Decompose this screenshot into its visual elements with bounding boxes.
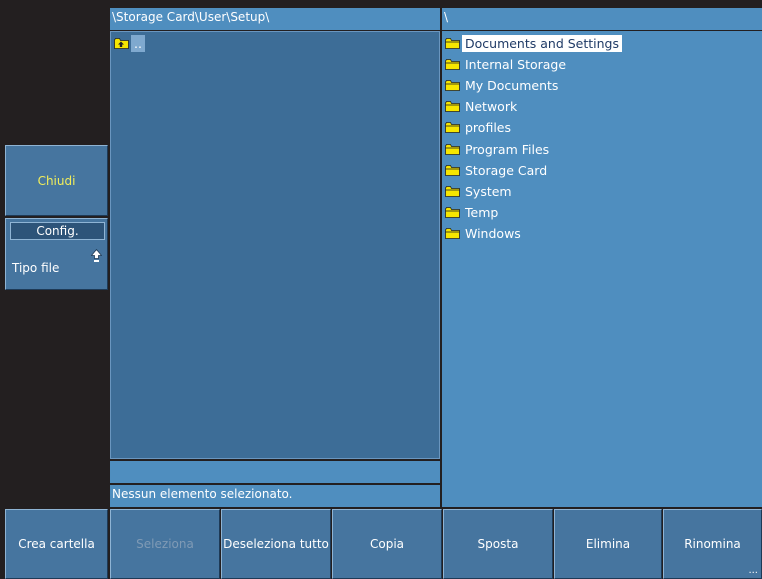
- file-type-label: Tipo file: [12, 261, 60, 275]
- folder-icon: [445, 207, 460, 218]
- list-item[interactable]: Internal Storage: [445, 54, 569, 74]
- folder-up-icon: [114, 37, 129, 49]
- list-item[interactable]: Network: [445, 97, 520, 117]
- bottom-toolbar: Crea cartella Seleziona Deseleziona tutt…: [0, 509, 762, 579]
- file-type-button[interactable]: Config. Tipo file: [5, 218, 108, 290]
- list-item-label: Temp: [465, 205, 499, 221]
- folder-icon: [445, 58, 460, 70]
- copy-button[interactable]: Copia: [332, 509, 442, 579]
- right-panel-path: \: [442, 8, 762, 30]
- list-item-parent[interactable]: ..: [114, 33, 145, 53]
- left-file-list[interactable]: ..: [110, 31, 440, 459]
- list-item-label: Documents and Settings: [462, 34, 623, 52]
- rename-button[interactable]: Rinomina ...: [663, 509, 762, 579]
- folder-icon: [445, 228, 460, 240]
- close-button-label: Chiudi: [37, 173, 76, 188]
- up-arrow-icon: [91, 249, 102, 262]
- config-tab-label: Config.: [36, 224, 79, 238]
- list-item[interactable]: Temp: [445, 203, 501, 223]
- list-item-label: Storage Card: [465, 162, 548, 178]
- status-text: Nessun elemento selezionato.: [112, 487, 293, 501]
- list-item-label: System: [465, 183, 512, 199]
- list-item[interactable]: Documents and Settings: [445, 33, 623, 53]
- copy-label: Copia: [369, 537, 405, 551]
- list-item[interactable]: Storage Card: [445, 160, 550, 180]
- folder-icon: [445, 185, 460, 197]
- rename-label: Rinomina: [684, 537, 741, 551]
- list-item-label: Internal Storage: [465, 56, 567, 72]
- close-button[interactable]: Chiudi: [5, 145, 108, 216]
- list-item-label: Network: [465, 99, 518, 115]
- folder-icon: [445, 37, 460, 49]
- list-item-label: profiles: [465, 120, 511, 136]
- list-item[interactable]: System: [445, 181, 515, 201]
- delete-button[interactable]: Elimina: [554, 509, 662, 579]
- select-label: Seleziona: [136, 537, 194, 551]
- folder-icon: [445, 164, 460, 176]
- list-item[interactable]: profiles: [445, 118, 514, 138]
- deselect-all-button[interactable]: Deseleziona tutto: [221, 509, 331, 579]
- list-item-label: My Documents: [465, 77, 559, 93]
- list-item[interactable]: Windows: [445, 224, 524, 244]
- delete-label: Elimina: [585, 537, 631, 551]
- list-item-label: Program Files: [465, 141, 550, 157]
- list-item[interactable]: Program Files: [445, 139, 552, 159]
- more-indicator: ...: [748, 565, 758, 576]
- list-item[interactable]: My Documents: [445, 75, 561, 95]
- right-panel-path-text: \: [444, 10, 449, 24]
- select-button[interactable]: Seleziona: [110, 509, 220, 579]
- folder-icon: [445, 122, 460, 134]
- folder-icon: [445, 143, 460, 155]
- list-item-label: ..: [131, 34, 145, 52]
- right-file-list[interactable]: Documents and Settings Internal Storage My…: [442, 31, 762, 507]
- new-folder-button[interactable]: Crea cartella: [5, 509, 108, 579]
- left-selection-field: [110, 461, 440, 483]
- move-button[interactable]: Sposta: [443, 509, 553, 579]
- config-tab[interactable]: Config.: [10, 222, 105, 240]
- folder-icon: [445, 101, 460, 112]
- new-folder-label: Crea cartella: [18, 537, 95, 551]
- left-panel-path: \Storage Card\User\Setup\: [110, 8, 440, 30]
- deselect-all-label: Deseleziona tutto: [223, 537, 329, 551]
- list-item-label: Windows: [465, 226, 521, 242]
- left-panel-path-text: \Storage Card\User\Setup\: [112, 10, 270, 24]
- move-label: Sposta: [477, 537, 519, 551]
- folder-icon: [445, 79, 460, 91]
- status-bar: Nessun elemento selezionato.: [110, 485, 440, 507]
